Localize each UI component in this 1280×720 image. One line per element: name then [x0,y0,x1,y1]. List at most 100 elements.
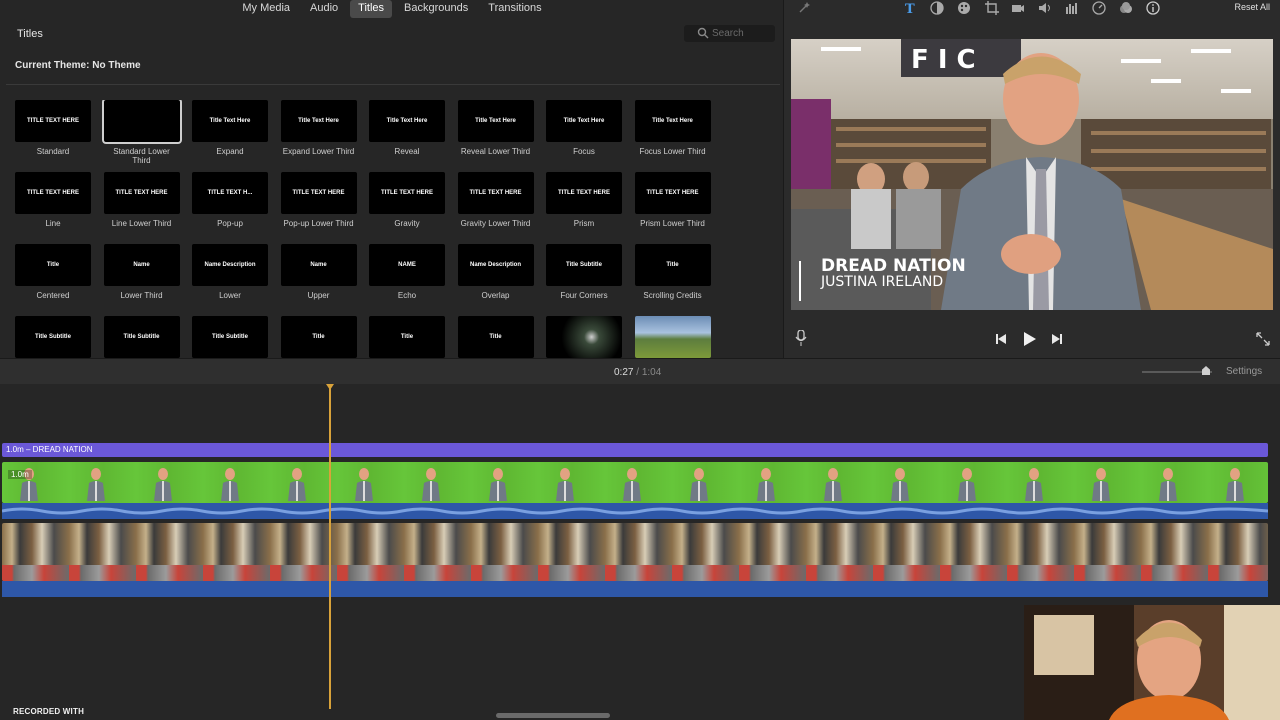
title-thumbnail[interactable]: Name Description [457,244,534,286]
fullscreen-icon[interactable] [1256,332,1270,346]
title-thumbnail[interactable]: TITLE TEXT HERE [103,172,180,214]
background-video-clip[interactable] [2,523,1268,581]
title-tile[interactable]: TITLE TEXT H... Pop-up [192,172,268,228]
title-thumbnail[interactable]: TITLE TEXT HERE [634,172,711,214]
tab-titles[interactable]: Titles [350,0,393,18]
title-tile[interactable]: Title [457,316,534,358]
zoom-slider-knob[interactable] [1202,366,1210,375]
title-thumbnail[interactable]: Name [103,244,180,286]
title-tile[interactable]: TITLE TEXT HERE Prism Lower Third [634,172,711,228]
title-thumbnail[interactable]: TITLE TEXT H... [192,172,268,214]
title-tile[interactable]: Title Scrolling Credits [634,244,711,300]
title-tile[interactable]: TITLE TEXT HERE Prism [546,172,622,228]
title-tile[interactable]: Title Centered [15,244,91,300]
magic-wand-icon[interactable] [797,1,811,15]
title-tile[interactable]: Title Subtitle [192,316,268,358]
title-thumbnail[interactable]: Title Subtitle [103,316,180,358]
title-thumbnail[interactable]: Name [280,244,357,286]
timeline-scrollbar[interactable] [496,713,610,718]
title-tile[interactable]: Title Text Here Expand [192,100,268,156]
title-tile[interactable]: Title Text Here Reveal Lower Third [457,100,534,156]
title-thumbnail[interactable]: Title [280,316,357,358]
crop-icon[interactable] [985,1,999,15]
stabilization-icon[interactable] [1011,1,1025,15]
title-tile[interactable]: Name Description Overlap [457,244,534,300]
tab-audio[interactable]: Audio [302,0,346,18]
title-thumbnail[interactable] [634,316,711,358]
speed-icon[interactable] [1092,1,1106,15]
title-tile[interactable]: Title Subtitle [103,316,180,358]
playhead[interactable] [329,384,331,709]
title-thumbnail[interactable]: Title Text Here [192,100,268,142]
green-screen-clip[interactable] [2,462,1268,503]
title-tile[interactable]: Title [369,316,445,358]
title-thumbnail[interactable]: Title [457,316,534,358]
title-tile[interactable]: Name Description Lower [192,244,268,300]
title-thumbnail[interactable] [546,316,622,358]
title-thumbnail[interactable]: Title Text Here [546,100,622,142]
info-icon[interactable] [1146,1,1160,15]
title-thumbnail[interactable]: Title [15,244,91,286]
title-tile[interactable]: NAME Echo [369,244,445,300]
title-tile[interactable]: Title Text Here Reveal [369,100,445,156]
title-thumbnail[interactable]: Title Subtitle [192,316,268,358]
tab-transitions[interactable]: Transitions [480,0,549,18]
title-tile[interactable]: TITLE TEXT HERE Standard [15,100,91,156]
title-thumbnail[interactable]: NAME [369,244,445,286]
equalizer-icon[interactable] [1065,1,1079,15]
tab-backgrounds[interactable]: Backgrounds [396,0,476,18]
video-preview[interactable]: F I C DREAD NATION JUSTINA IRELAND [791,39,1273,310]
title-clip[interactable]: 1.0m – DREAD NATION [2,443,1268,457]
title-thumbnail[interactable]: Title Text Here [634,100,711,142]
title-tile[interactable]: Title Subtitle Four Corners [546,244,622,300]
play-icon[interactable] [1023,331,1037,347]
color-palette-icon[interactable] [957,1,971,15]
timeline-settings-button[interactable]: Settings [1226,366,1262,377]
playhead-handle[interactable] [326,384,334,390]
title-tile[interactable]: Title [280,316,357,358]
title-thumbnail[interactable]: TITLE TEXT HERE [15,172,91,214]
title-tile[interactable] [546,316,622,358]
search-field[interactable]: Search [684,25,775,42]
title-tile[interactable]: Title Subtitle [15,316,91,358]
tab-my-media[interactable]: My Media [234,0,298,18]
title-tile[interactable]: Title Text Here Focus [546,100,622,156]
title-thumbnail[interactable]: Title Text Here [457,100,534,142]
title-thumbnail[interactable]: Name Description [192,244,268,286]
title-thumbnail[interactable]: TITLE TEXT HERE [369,172,445,214]
title-text-icon[interactable]: T [903,1,917,15]
title-thumbnail[interactable] [101,100,182,144]
title-tile[interactable]: TITLE TEXT HERE Line Lower Third [103,172,180,228]
title-thumbnail[interactable]: Title Text Here [369,100,445,142]
color-balance-icon[interactable] [930,1,944,15]
title-tile[interactable]: Name Upper [280,244,357,300]
skip-forward-icon[interactable] [1051,333,1063,345]
title-thumbnail[interactable]: Title [634,244,711,286]
reset-all-button[interactable]: Reset All [1234,2,1270,12]
title-tile[interactable]: Standard Lower Third [101,100,182,165]
zoom-slider[interactable] [1142,371,1212,373]
title-thumbnail[interactable]: TITLE TEXT HERE [457,172,534,214]
background-audio-waveform[interactable] [2,581,1268,597]
title-thumbnail[interactable]: TITLE TEXT HERE [280,172,357,214]
title-tile[interactable] [634,316,711,358]
title-tile[interactable]: Title Text Here Expand Lower Third [280,100,357,156]
title-tile[interactable]: TITLE TEXT HERE Line [15,172,91,228]
title-thumbnail[interactable]: Title Text Here [280,100,357,142]
title-thumbnail[interactable]: Title [369,316,445,358]
microphone-icon[interactable] [795,330,807,346]
clip-filter-icon[interactable] [1119,1,1133,15]
title-thumbnail[interactable]: TITLE TEXT HERE [15,100,91,142]
title-tile[interactable]: TITLE TEXT HERE Pop-up Lower Third [280,172,357,228]
title-thumbnail[interactable]: Title Subtitle [15,316,91,358]
title-thumbnail[interactable]: TITLE TEXT HERE [546,172,622,214]
volume-icon[interactable] [1038,1,1052,15]
title-sample-text: NAME [398,261,416,268]
skip-back-icon[interactable] [995,333,1007,345]
title-tile[interactable]: TITLE TEXT HERE Gravity Lower Third [457,172,534,228]
title-tile[interactable]: Name Lower Third [103,244,180,300]
green-screen-audio-waveform[interactable] [1,503,1269,519]
title-tile[interactable]: TITLE TEXT HERE Gravity [369,172,445,228]
title-tile[interactable]: Title Text Here Focus Lower Third [634,100,711,156]
title-thumbnail[interactable]: Title Subtitle [546,244,622,286]
